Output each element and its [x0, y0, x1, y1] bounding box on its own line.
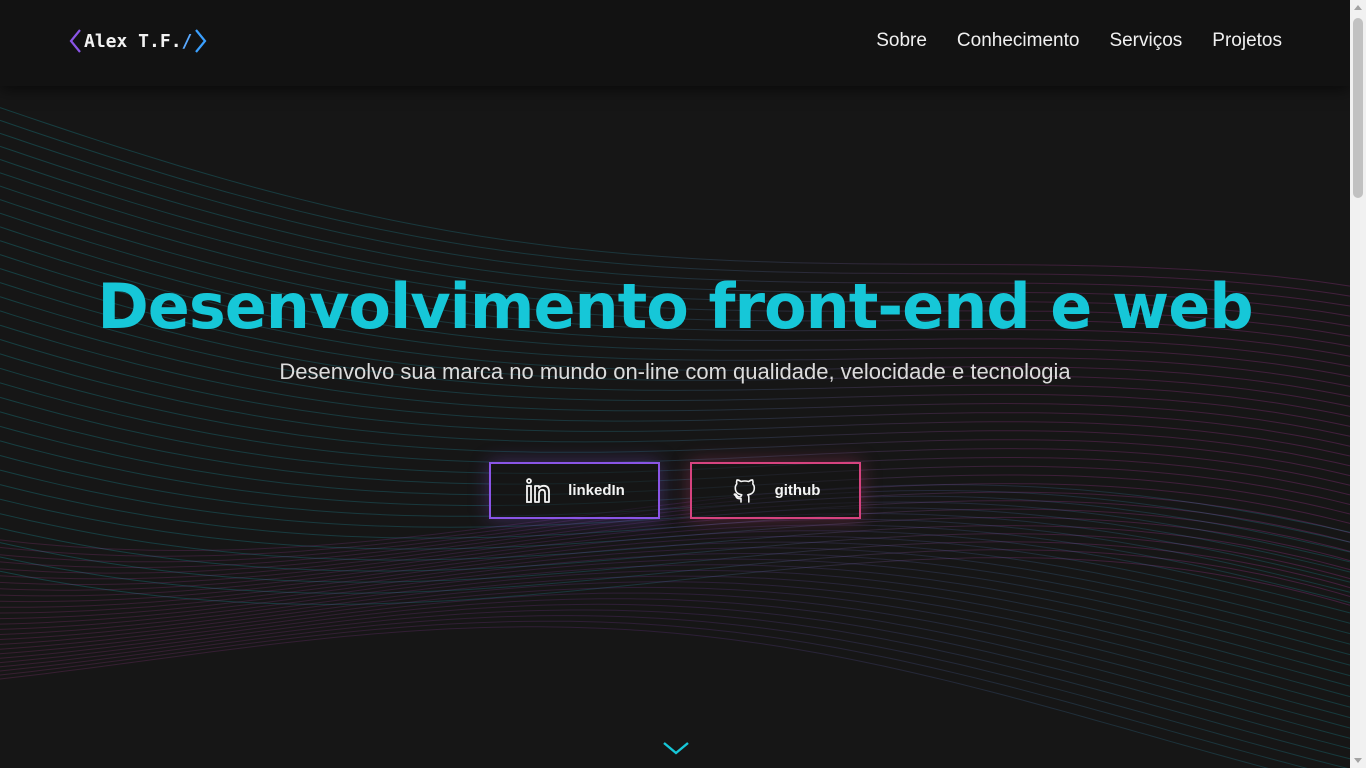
chevron-down-icon[interactable] — [661, 738, 691, 758]
linkedin-button[interactable]: linkedIn — [489, 462, 660, 519]
page: Alex T.F. / Sobre Conhecimento Serviços P… — [0, 0, 1350, 768]
hero-section: Desenvolvimento front-end e web Desenvol… — [0, 0, 1350, 768]
github-button-label: github — [774, 482, 821, 499]
linkedin-icon — [526, 477, 551, 503]
scrollbar-thumb[interactable] — [1353, 18, 1363, 198]
nav-link-servicos[interactable]: Serviços — [1109, 30, 1182, 52]
linkedin-button-label: linkedIn — [568, 482, 625, 499]
main-nav: Sobre Conhecimento Serviços Projetos — [876, 30, 1282, 52]
hero-subtitle: Desenvolvo sua marca no mundo on-line co… — [279, 359, 1071, 384]
nav-link-conhecimento[interactable]: Conhecimento — [957, 30, 1080, 52]
hero-headline: Desenvolvimento front-end e web — [97, 270, 1253, 343]
github-button[interactable]: github — [690, 462, 861, 519]
scroll-down-arrow-icon[interactable] — [1354, 758, 1362, 763]
scroll-up-arrow-icon[interactable] — [1354, 5, 1362, 10]
bracket-close-icon — [195, 29, 207, 53]
logo-slash: / — [181, 30, 193, 52]
page-scrollbar[interactable] — [1350, 0, 1366, 768]
top-navbar: Alex T.F. / Sobre Conhecimento Serviços P… — [0, 0, 1350, 86]
nav-link-projetos[interactable]: Projetos — [1212, 30, 1282, 52]
github-icon — [733, 478, 755, 503]
bracket-open-icon — [69, 29, 81, 53]
logo-text: Alex T.F. — [84, 30, 182, 52]
nav-link-sobre[interactable]: Sobre — [876, 30, 927, 52]
logo[interactable]: Alex T.F. / — [68, 27, 208, 55]
